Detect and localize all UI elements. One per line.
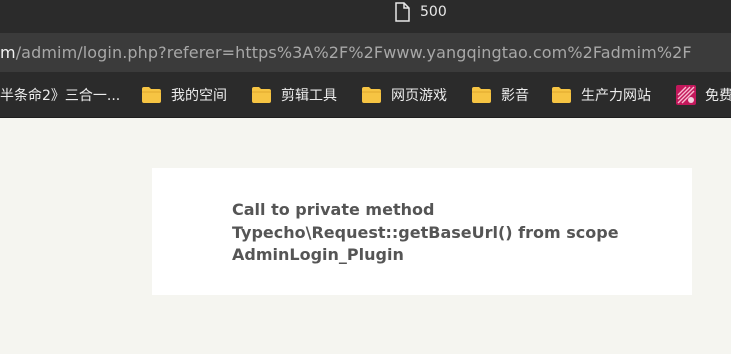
browser-tab[interactable]: 500: [394, 0, 447, 24]
folder-icon: [472, 87, 491, 103]
bookmark-folder-media[interactable]: 影音: [471, 84, 529, 106]
error-message: Call to private method Typecho\Request::…: [232, 199, 619, 267]
bookmark-label: 免费: [705, 88, 731, 104]
bookmark-folder-my-space[interactable]: 我的空间: [141, 84, 227, 106]
bookmark-label: 半条命2》三合一...: [0, 88, 121, 104]
bookmark-half-life[interactable]: 半条命2》三合一...: [0, 84, 120, 106]
url-host: m: [0, 43, 16, 62]
document-icon: [395, 2, 410, 22]
error-line: Call to private method: [232, 200, 435, 219]
site-favicon-icon: [676, 85, 696, 105]
address-bar[interactable]: m/admim/login.php?referer=https%3A%2F%2F…: [0, 33, 731, 72]
page-content: Call to private method Typecho\Request::…: [0, 118, 731, 354]
error-card: Call to private method Typecho\Request::…: [152, 168, 692, 295]
bookmark-free-site[interactable]: 免费: [676, 84, 731, 106]
bookmark-label: 我的空间: [171, 88, 227, 104]
folder-icon: [552, 87, 571, 103]
bookmark-folder-productivity[interactable]: 生产力网站: [551, 84, 651, 106]
error-line: AdminLogin_Plugin: [232, 245, 404, 264]
folder-icon: [362, 87, 381, 103]
bookmark-label: 网页游戏: [391, 88, 447, 104]
bookmark-label: 影音: [501, 88, 529, 104]
tab-title: 500: [420, 4, 447, 20]
error-line: Typecho\Request::getBaseUrl() from scope: [232, 222, 619, 242]
browser-tab-strip: 500: [0, 0, 731, 33]
url-field[interactable]: m/admim/login.php?referer=https%3A%2F%2F…: [0, 43, 692, 62]
bookmark-folder-editing-tools[interactable]: 剪辑工具: [251, 84, 337, 106]
url-path: /admim/login.php?referer=https%3A%2F%2Fw…: [15, 43, 692, 62]
bookmarks-bar: 半条命2》三合一... 我的空间 剪辑工具 网页游戏 影音 生产力网站 免费: [0, 72, 731, 118]
folder-icon: [142, 87, 161, 103]
bookmark-label: 剪辑工具: [281, 88, 337, 104]
bookmark-folder-web-games[interactable]: 网页游戏: [361, 84, 447, 106]
bookmark-label: 生产力网站: [581, 88, 651, 104]
folder-icon: [252, 87, 271, 103]
